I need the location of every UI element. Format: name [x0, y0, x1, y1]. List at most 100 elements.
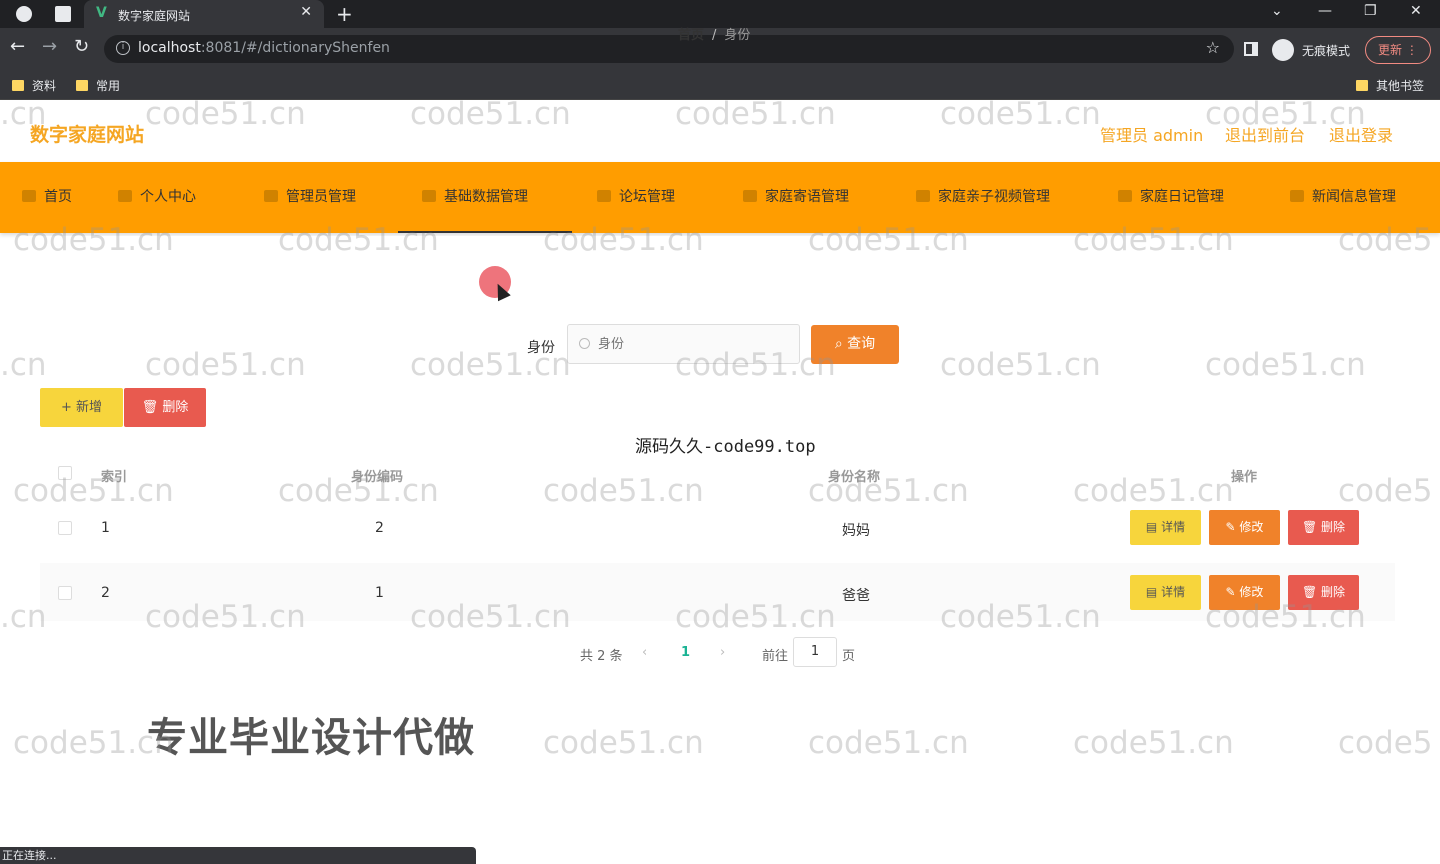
minimize-icon[interactable]: —: [1318, 3, 1332, 19]
nav-label: 论坛管理: [619, 189, 675, 205]
browser-profile-icon[interactable]: [16, 6, 32, 22]
goto-page-input[interactable]: 1: [793, 637, 837, 667]
menu-icon: [597, 190, 611, 202]
logout-link[interactable]: 退出登录: [1329, 122, 1393, 146]
delete-label: 删除: [1321, 520, 1346, 534]
watermark: code51.cn: [1073, 725, 1234, 761]
exit-to-front-link[interactable]: 退出到前台: [1225, 122, 1305, 146]
watermark: code51.cn: [808, 725, 969, 761]
side-panel-icon[interactable]: [1244, 42, 1258, 56]
bookmark-label: 资料: [32, 79, 57, 93]
site-header: 数字家庭网站 管理员 admin 退出到前台 退出登录: [0, 100, 1440, 162]
header-index: 索引: [101, 470, 128, 485]
breadcrumb-current: 身份: [724, 28, 751, 43]
incognito-icon[interactable]: [1272, 39, 1294, 61]
menu-icon: [743, 190, 757, 202]
nav-item-forum[interactable]: 论坛管理: [597, 162, 675, 233]
site-info-icon[interactable]: i: [116, 41, 130, 55]
update-button[interactable]: 更新 ⋮: [1365, 36, 1431, 64]
bookmark-star-icon[interactable]: ☆: [1206, 38, 1220, 57]
delete-button[interactable]: 🗑 删除: [1288, 575, 1359, 610]
url-field[interactable]: i localhost:8081/#/dictionaryShenfen ☆: [104, 35, 1234, 63]
select-all-checkbox[interactable]: [58, 466, 72, 480]
breadcrumb-separator: /: [712, 28, 717, 43]
query-button[interactable]: ⌕ 查询: [811, 325, 899, 364]
nav-item-diary[interactable]: 家庭日记管理: [1118, 162, 1224, 233]
bookmark-folder-changyong[interactable]: 常用: [76, 77, 120, 94]
overlay-text: 源码久久-code99.top: [635, 437, 816, 457]
nav-label: 个人中心: [140, 189, 196, 205]
delete-button[interactable]: 🗑 删除: [1288, 510, 1359, 545]
cell-index: 2: [101, 585, 110, 601]
query-label: 查询: [847, 336, 876, 352]
forward-icon[interactable]: →: [42, 38, 57, 56]
user-label: 管理员 admin: [1100, 126, 1204, 145]
bookmark-folder-ziliao[interactable]: 资料: [12, 77, 56, 94]
header-actions: 操作: [1231, 470, 1258, 485]
detail-button[interactable]: ▤ 详情: [1130, 575, 1201, 610]
url-text: localhost:8081/#/dictionaryShenfen: [138, 40, 390, 56]
restore-icon[interactable]: ❐: [1364, 3, 1377, 19]
search-label: 身份: [527, 340, 555, 356]
update-label: 更新: [1378, 43, 1403, 57]
menu-icon: [1118, 190, 1132, 202]
back-icon[interactable]: ←: [10, 38, 25, 56]
detail-button[interactable]: ▤ 详情: [1130, 510, 1201, 545]
breadcrumb-home[interactable]: 首页: [678, 28, 704, 43]
nav-item-basic-data[interactable]: 基础数据管理: [398, 162, 572, 233]
new-tab-icon[interactable]: +: [336, 2, 353, 26]
nav-label: 首页: [44, 189, 72, 205]
nav-label: 家庭寄语管理: [765, 189, 849, 205]
edit-button[interactable]: ✎ 修改: [1209, 575, 1280, 610]
edit-label: 修改: [1239, 585, 1264, 599]
cell-name: 爸爸: [842, 588, 870, 604]
close-window-icon[interactable]: ✕: [1410, 3, 1422, 19]
nav-item-messages[interactable]: 家庭寄语管理: [743, 162, 849, 233]
cell-index: 1: [101, 520, 110, 536]
add-button[interactable]: + 新增: [40, 388, 123, 427]
row-checkbox[interactable]: [58, 586, 72, 600]
tab-title: 数字家庭网站: [118, 9, 191, 23]
breadcrumb-container: [20, 236, 1416, 288]
reload-icon[interactable]: ↻: [74, 38, 89, 56]
next-page-icon[interactable]: ›: [720, 645, 725, 660]
search-input[interactable]: [567, 324, 800, 364]
folder-icon: [12, 80, 24, 91]
watermark: code51.cn: [543, 725, 704, 761]
user-icon: [118, 190, 132, 202]
bookmark-label: 常用: [96, 79, 121, 93]
nav-label: 家庭亲子视频管理: [938, 189, 1050, 205]
nav-item-home[interactable]: 首页: [22, 162, 72, 233]
url-host: localhost: [138, 40, 201, 56]
nav-item-videos[interactable]: 家庭亲子视频管理: [916, 162, 1050, 233]
browser-status-bar: 正在连接...: [0, 847, 476, 864]
nav-item-profile[interactable]: 个人中心: [118, 162, 196, 233]
other-bookmarks-label: 其他书签: [1376, 79, 1425, 93]
tab-search-icon[interactable]: [55, 6, 71, 22]
delete-label: 删除: [162, 400, 189, 415]
other-bookmarks[interactable]: 其他书签: [1356, 77, 1424, 94]
page-suffix: 页: [842, 649, 856, 664]
prev-page-icon[interactable]: ‹: [642, 645, 647, 660]
add-label: 新增: [76, 400, 103, 415]
edit-button[interactable]: ✎ 修改: [1209, 510, 1280, 545]
header-code: 身份编码: [351, 470, 404, 485]
close-tab-icon[interactable]: ✕: [300, 4, 312, 20]
watermark: code5: [1338, 725, 1433, 761]
incognito-label: 无痕模式: [1302, 44, 1351, 58]
edit-label: 修改: [1239, 520, 1264, 534]
row-checkbox[interactable]: [58, 521, 72, 535]
folder-icon: [1356, 80, 1368, 91]
chevron-down-icon[interactable]: ⌄: [1271, 3, 1283, 19]
nav-item-admin[interactable]: 管理员管理: [264, 162, 356, 233]
nav-label: 新闻信息管理: [1312, 189, 1396, 205]
bulk-delete-button[interactable]: 🗑 删除: [124, 388, 206, 427]
page-number-current[interactable]: 1: [681, 645, 690, 660]
main-nav: 首页 个人中心 管理员管理 基础数据管理 论坛管理 家庭寄语管理 家庭亲子视频管…: [0, 162, 1440, 233]
detail-label: 详情: [1161, 520, 1186, 534]
url-path: :8081/#/dictionaryShenfen: [200, 40, 390, 56]
browser-tab[interactable]: V 数字家庭网站 ✕: [84, 0, 324, 28]
delete-label: 删除: [1321, 585, 1346, 599]
nav-item-news[interactable]: 新闻信息管理: [1290, 162, 1396, 233]
menu-icon: [422, 190, 436, 202]
